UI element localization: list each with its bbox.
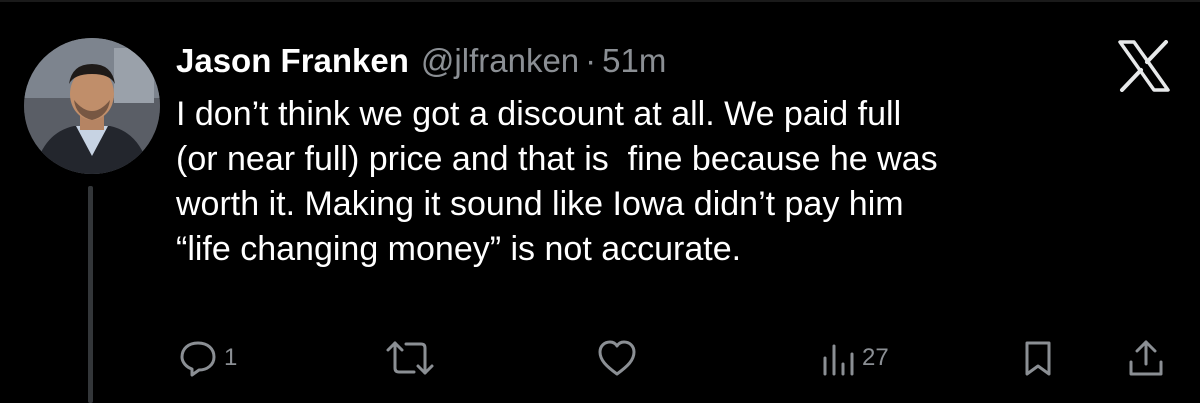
bookmark-icon [1022, 338, 1054, 378]
tweet-timestamp[interactable]: 51m [602, 36, 666, 86]
avatar-photo [24, 38, 160, 174]
share-button[interactable] [1126, 338, 1166, 378]
tweet-text-line: “life changing money” is not accurate. [176, 230, 742, 268]
reply-button[interactable]: 1 [178, 338, 237, 378]
heart-icon [596, 338, 638, 378]
views-icon [820, 338, 856, 378]
reply-count: 1 [224, 344, 238, 371]
author-display-name[interactable]: Jason Franken [176, 36, 409, 86]
repost-button[interactable] [384, 338, 442, 378]
top-divider [0, 0, 1200, 2]
x-logo-icon [1116, 40, 1172, 92]
tweet-text-line: I don’t think we got a discount at all. … [176, 95, 902, 133]
thread-line [88, 186, 93, 403]
reply-icon [178, 338, 218, 378]
separator-dot: · [585, 42, 597, 79]
like-button[interactable] [596, 338, 644, 378]
repost-icon [384, 338, 436, 378]
tweet-body: I don’t think we got a discount at all. … [176, 92, 1176, 272]
tweet-header: Jason Franken @jlfranken · 51m [176, 36, 666, 86]
author-handle[interactable]: @jlfranken [421, 36, 579, 86]
views-button[interactable]: 27 [820, 338, 889, 378]
share-icon [1126, 338, 1166, 378]
tweet-text-line: worth it. Making it sound like Iowa didn… [176, 185, 904, 223]
bookmark-button[interactable] [1022, 338, 1054, 378]
views-count: 27 [862, 344, 889, 371]
avatar[interactable] [24, 38, 160, 174]
tweet-text-line: (or near full) price and that is fine be… [176, 140, 938, 178]
